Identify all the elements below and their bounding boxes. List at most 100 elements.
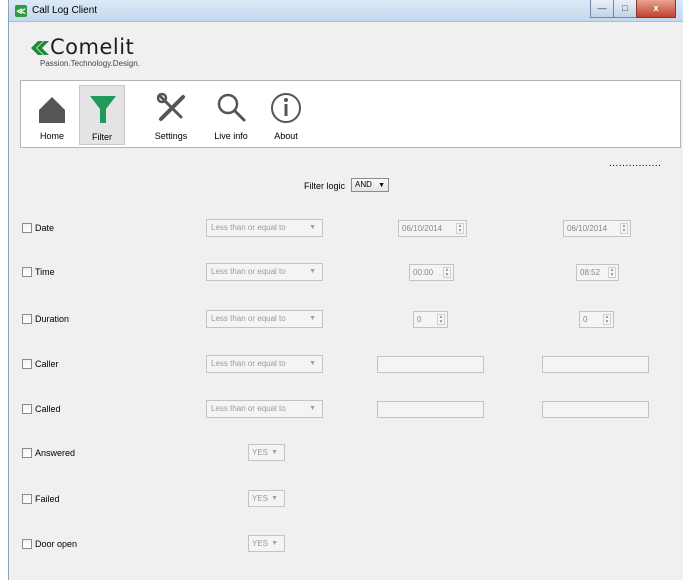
toolbar-settings-button[interactable]: Settings	[148, 85, 194, 145]
chevron-down-icon: ▼	[309, 315, 316, 322]
failed-checkbox[interactable]	[22, 494, 32, 504]
info-icon	[271, 93, 301, 123]
close-button[interactable]: x	[636, 0, 676, 18]
door-open-label: Door open	[35, 539, 78, 549]
time-from-value: 00:00	[413, 268, 434, 277]
filter-icon	[90, 96, 116, 123]
app-icon: ≪	[15, 5, 27, 17]
duration-from-spinbox[interactable]: 0 ▲ ▼	[413, 311, 448, 328]
chevron-down-icon: ▼	[271, 449, 278, 456]
answered-label: Answered	[35, 448, 76, 458]
door-open-select[interactable]: YES ▼	[248, 535, 285, 552]
filter-logic-label: Filter logic	[304, 181, 346, 191]
toolbar-about-label: About	[274, 131, 298, 141]
main-toolbar: Home Filter Settings Live info About	[20, 80, 681, 148]
date-to-spinbox[interactable]: 06/10/2014 ▲ ▼	[563, 220, 631, 237]
spin-arrows-icon[interactable]: ▲ ▼	[608, 267, 616, 278]
time-to-value: 08:52	[580, 268, 601, 277]
spin-arrows-icon[interactable]: ▲ ▼	[437, 314, 445, 325]
chevron-down-icon: ▼	[309, 224, 316, 231]
filter-row-duration: Duration Less than or equal to ▼ 0 ▲ ▼ 0 …	[0, 310, 683, 330]
chevron-down-icon: ▼	[271, 495, 278, 502]
chevron-down-icon: ▼	[309, 405, 316, 412]
spin-arrows-icon[interactable]: ▲ ▼	[620, 223, 628, 234]
failed-value: YES	[252, 494, 269, 503]
maximize-button[interactable]: □	[613, 0, 637, 18]
date-label: Date	[35, 223, 55, 233]
time-operator-value: Less than or equal to	[211, 267, 286, 276]
caller-checkbox[interactable]	[22, 359, 32, 369]
failed-label: Failed	[35, 494, 60, 504]
called-operator-value: Less than or equal to	[211, 404, 286, 413]
toolbar-home-label: Home	[39, 131, 64, 141]
chevron-down-icon: ▼	[378, 182, 385, 189]
filter-logic-select[interactable]: AND ▼	[351, 178, 389, 192]
time-operator-select[interactable]: Less than or equal to ▼	[206, 263, 323, 281]
time-label: Time	[35, 267, 55, 277]
caller-operator-value: Less than or equal to	[211, 359, 286, 368]
duration-operator-select[interactable]: Less than or equal to ▼	[206, 310, 323, 328]
duration-checkbox[interactable]	[22, 314, 32, 324]
date-operator-value: Less than or equal to	[211, 223, 286, 232]
window-controls: — □ x	[590, 0, 676, 18]
date-to-value: 06/10/2014	[567, 224, 608, 233]
title-bar[interactable]: ≪ Call Log Client — □ x	[9, 0, 683, 22]
brand-tagline: Passion.Technology.Design.	[40, 59, 140, 68]
duration-to-spinbox[interactable]: 0 ▲ ▼	[579, 311, 614, 328]
caller-label: Caller	[35, 359, 59, 369]
chevron-down-icon: ▼	[271, 540, 278, 547]
comelit-logo-icon	[31, 41, 49, 55]
duration-label: Duration	[35, 314, 70, 324]
toolbar-filter-label: Filter	[92, 132, 112, 142]
filter-row-door-open: Door open YES ▼	[0, 535, 683, 555]
filter-row-caller: Caller Less than or equal to ▼	[0, 355, 683, 375]
time-checkbox[interactable]	[22, 267, 32, 277]
status-dots: ................	[609, 158, 662, 169]
time-to-spinbox[interactable]: 08:52 ▲ ▼	[576, 264, 619, 281]
chevron-down-icon: ▼	[309, 268, 316, 275]
door-open-value: YES	[252, 539, 269, 548]
date-operator-select[interactable]: Less than or equal to ▼	[206, 219, 323, 237]
search-icon	[217, 93, 246, 122]
toolbar-home-button[interactable]: Home	[29, 85, 75, 145]
spin-arrows-icon[interactable]: ▲ ▼	[456, 223, 464, 234]
toolbar-about-button[interactable]: About	[263, 85, 309, 145]
date-checkbox[interactable]	[22, 223, 32, 233]
filter-row-date: Date Less than or equal to ▼ 06/10/2014 …	[0, 219, 683, 239]
toolbar-live-info-button[interactable]: Live info	[208, 85, 254, 145]
caller-to-input[interactable]	[542, 356, 649, 373]
called-checkbox[interactable]	[22, 404, 32, 414]
toolbar-live-info-label: Live info	[214, 131, 248, 141]
toolbar-filter-button[interactable]: Filter	[79, 85, 125, 145]
called-label: Called	[35, 404, 61, 414]
spin-arrows-icon[interactable]: ▲ ▼	[443, 267, 451, 278]
chevron-down-icon: ▼	[309, 360, 316, 367]
duration-operator-value: Less than or equal to	[211, 314, 286, 323]
failed-select[interactable]: YES ▼	[248, 490, 285, 507]
duration-from-value: 0	[417, 315, 422, 324]
minimize-button[interactable]: —	[590, 0, 614, 18]
called-from-input[interactable]	[377, 401, 484, 418]
filter-logic-value: AND	[355, 180, 372, 189]
called-to-input[interactable]	[542, 401, 649, 418]
door-open-checkbox[interactable]	[22, 539, 32, 549]
toolbar-settings-label: Settings	[154, 131, 188, 141]
tools-icon	[156, 92, 185, 121]
answered-value: YES	[252, 448, 269, 457]
called-operator-select[interactable]: Less than or equal to ▼	[206, 400, 323, 418]
date-from-value: 06/10/2014	[402, 224, 443, 233]
home-icon	[39, 97, 65, 123]
filter-row-failed: Failed YES ▼	[0, 490, 683, 510]
filter-row-answered: Answered YES ▼	[0, 444, 683, 464]
filter-row-time: Time Less than or equal to ▼ 00:00 ▲ ▼ 08…	[0, 263, 683, 283]
date-from-spinbox[interactable]: 06/10/2014 ▲ ▼	[398, 220, 467, 237]
answered-checkbox[interactable]	[22, 448, 32, 458]
time-from-spinbox[interactable]: 00:00 ▲ ▼	[409, 264, 454, 281]
caller-operator-select[interactable]: Less than or equal to ▼	[206, 355, 323, 373]
caller-from-input[interactable]	[377, 356, 484, 373]
brand-name: Comelit	[50, 35, 135, 59]
spin-arrows-icon[interactable]: ▲ ▼	[603, 314, 611, 325]
duration-to-value: 0	[583, 315, 588, 324]
filter-row-called: Called Less than or equal to ▼	[0, 400, 683, 420]
answered-select[interactable]: YES ▼	[248, 444, 285, 461]
